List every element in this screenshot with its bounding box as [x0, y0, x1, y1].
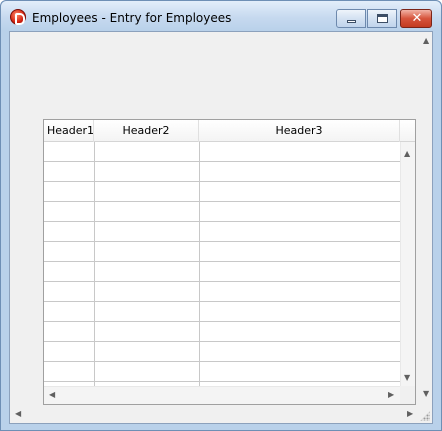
form-scroll-right-icon[interactable]: ▶: [407, 410, 413, 418]
resize-grip-icon[interactable]: [420, 411, 430, 421]
table-row[interactable]: [44, 142, 400, 162]
column-header-2[interactable]: Header2: [94, 120, 199, 142]
column-divider: [94, 142, 95, 386]
grid-scroll-down-icon[interactable]: ▼: [404, 374, 410, 382]
title-bar[interactable]: Employees - Entry for Employees ✕: [1, 1, 441, 31]
app-logo-icon[interactable]: [10, 9, 26, 25]
table-row[interactable]: [44, 362, 400, 382]
form-client-area: ▲ ▼ ◀ ▶ Header1 Header2 Header3 ▲ ▼ ◀ ▶: [9, 31, 433, 424]
column-header-1[interactable]: Header1: [44, 120, 94, 142]
table-row[interactable]: [44, 222, 400, 242]
grid-body[interactable]: [44, 142, 400, 386]
column-divider: [199, 142, 200, 386]
table-row[interactable]: [44, 322, 400, 342]
form-scroll-up-icon[interactable]: ▲: [423, 37, 429, 45]
table-row[interactable]: [44, 302, 400, 322]
table-row[interactable]: [44, 182, 400, 202]
app-window: Employees - Entry for Employees ✕ ▲ ▼ ◀ …: [0, 0, 442, 431]
minimize-button[interactable]: [336, 9, 366, 28]
table-row[interactable]: [44, 202, 400, 222]
grid-scroll-right-icon[interactable]: ▶: [388, 391, 394, 399]
maximize-button[interactable]: [367, 9, 397, 28]
table-row[interactable]: [44, 162, 400, 182]
window-title: Employees - Entry for Employees: [32, 11, 232, 25]
employees-grid[interactable]: Header1 Header2 Header3 ▲ ▼ ◀ ▶: [43, 119, 416, 405]
grid-scroll-up-icon[interactable]: ▲: [404, 150, 410, 158]
grid-scroll-left-icon[interactable]: ◀: [49, 391, 55, 399]
close-icon: ✕: [411, 11, 423, 26]
table-row[interactable]: [44, 282, 400, 302]
grid-header: Header1 Header2 Header3: [44, 120, 415, 142]
minimize-icon: [347, 20, 356, 23]
column-header-3[interactable]: Header3: [199, 120, 400, 142]
scrollbar-corner: [400, 386, 415, 404]
close-button[interactable]: ✕: [400, 9, 432, 28]
grid-horizontal-scrollbar[interactable]: [44, 386, 400, 404]
maximize-icon: [377, 14, 388, 23]
table-row[interactable]: [44, 262, 400, 282]
form-scroll-left-icon[interactable]: ◀: [15, 410, 21, 418]
grid-vertical-scrollbar[interactable]: [400, 142, 415, 386]
table-row[interactable]: [44, 242, 400, 262]
table-row[interactable]: [44, 342, 400, 362]
form-scroll-down-icon[interactable]: ▼: [423, 390, 429, 398]
